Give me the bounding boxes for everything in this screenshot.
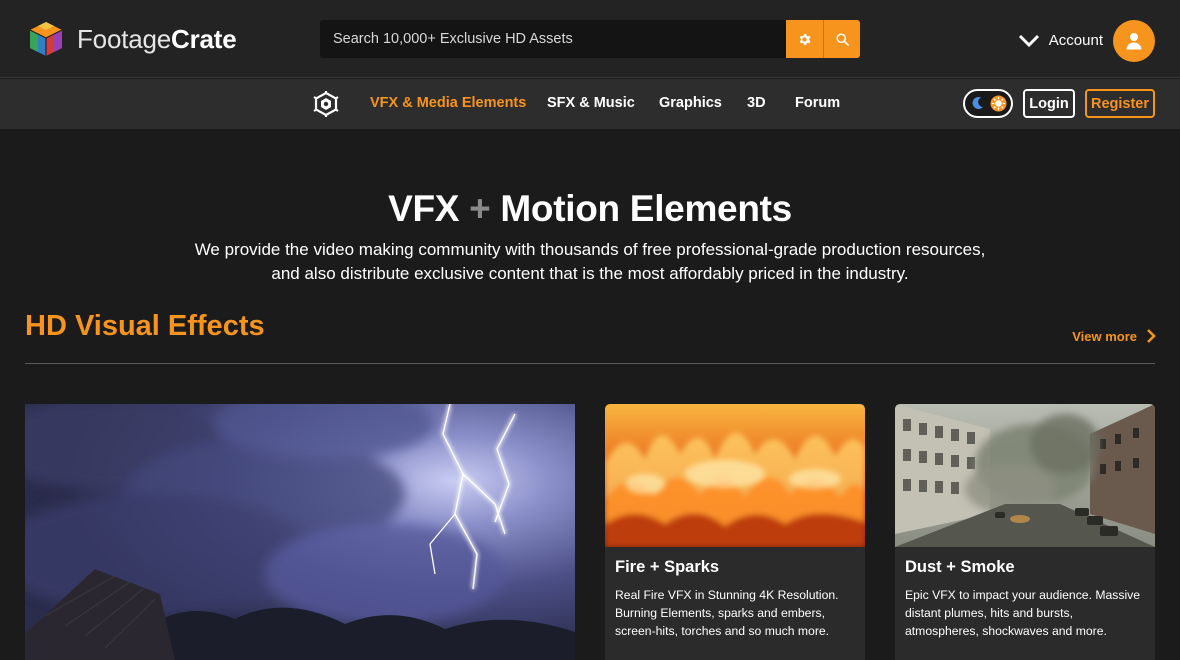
search-settings-button[interactable] <box>786 20 823 58</box>
top-header: FootageCrate Account <box>0 0 1180 78</box>
sun-icon <box>990 95 1007 112</box>
logo-wordmark: FootageCrate <box>77 24 237 55</box>
fire-sparks-card[interactable]: Fire + Sparks Real Fire VFX in Stunning … <box>605 404 865 660</box>
search-input[interactable] <box>320 20 786 58</box>
lightning-storm-image <box>25 404 575 660</box>
section-divider <box>25 363 1155 364</box>
nav-link-forum[interactable]: Forum <box>795 95 840 111</box>
logo-cube-icon <box>29 22 63 56</box>
hero-line-1: We provide the video making community wi… <box>194 240 986 259</box>
logo-text-light: Footage <box>77 23 172 54</box>
footagecrate-logo[interactable]: FootageCrate <box>24 18 237 60</box>
hero-title: VFX + Motion Elements <box>0 188 1180 230</box>
view-more-link[interactable]: View more <box>1072 328 1156 344</box>
hero-description: We provide the video making community wi… <box>150 238 1030 286</box>
avatar[interactable] <box>1113 19 1155 62</box>
search-submit-button[interactable] <box>823 20 860 58</box>
search-icon <box>835 32 849 46</box>
dust-street-thumbnail-image <box>895 404 1155 547</box>
gear-icon <box>799 33 811 45</box>
card-description: Real Fire VFX in Stunning 4K Resolution.… <box>615 588 839 638</box>
dust-smoke-card[interactable]: Dust + Smoke Epic VFX to impact your aud… <box>895 404 1155 660</box>
hero-line-2: and also distribute exclusive content th… <box>271 264 909 283</box>
chevron-right-icon <box>1147 329 1156 343</box>
cube-emblem-icon[interactable] <box>313 91 339 117</box>
main-nav: VFX & Media Elements SFX & Music Graphic… <box>0 79 1180 129</box>
view-more-label: View more <box>1072 328 1137 344</box>
logo-text-bold: Crate <box>171 23 237 54</box>
theme-toggle[interactable] <box>963 89 1013 118</box>
nav-link-vfx[interactable]: VFX & Media Elements <box>370 95 526 111</box>
hero-title-part1: VFX <box>388 188 460 229</box>
nav-link-graphics[interactable]: Graphics <box>659 95 722 111</box>
card-title: Fire + Sparks <box>615 558 720 576</box>
moon-icon <box>972 96 983 109</box>
login-button[interactable]: Login <box>1023 89 1075 118</box>
register-button[interactable]: Register <box>1085 89 1155 118</box>
chevron-down-icon <box>1018 34 1039 47</box>
fire-thumbnail-image <box>605 404 865 547</box>
account-label: Account <box>1048 32 1103 49</box>
featured-lightning-card[interactable] <box>25 404 575 660</box>
hero-title-plus: + <box>469 188 491 229</box>
card-title: Dust + Smoke <box>905 558 1015 576</box>
hero-title-part2: Motion Elements <box>500 188 792 229</box>
section-title: HD Visual Effects <box>25 310 265 342</box>
nav-link-sfx-music[interactable]: SFX & Music <box>547 95 635 111</box>
search-bar <box>320 20 860 58</box>
nav-link-3d[interactable]: 3D <box>747 95 766 111</box>
user-icon <box>1126 32 1142 49</box>
account-menu[interactable]: Account <box>1018 19 1155 62</box>
card-description: Epic VFX to impact your audience. Massiv… <box>905 588 1141 638</box>
